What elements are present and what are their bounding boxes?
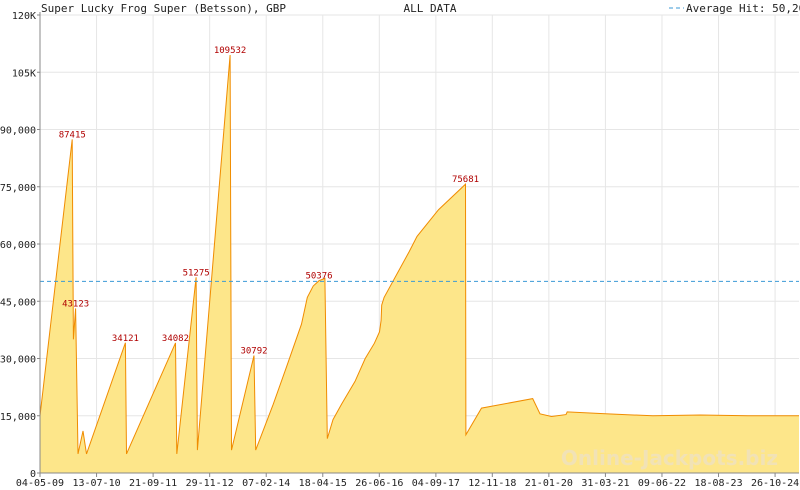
peak-label: 109532 <box>214 46 247 56</box>
legend-average-label: Average Hit: 50,203 <box>686 2 800 15</box>
y-tick-label: 120K <box>12 11 36 22</box>
peak-label: 34082 <box>162 334 189 344</box>
x-tick-label: 18-08-23 <box>694 478 742 489</box>
x-tick-label: 13-07-10 <box>72 478 120 489</box>
jackpot-area-fill <box>40 55 799 473</box>
range-label: ALL DATA <box>404 2 457 15</box>
peak-label: 30792 <box>240 346 267 356</box>
y-tick-label: 75,000 <box>0 183 36 194</box>
watermark: Online-Jackpots.biz <box>561 446 778 470</box>
peak-label: 50376 <box>305 272 332 282</box>
x-axis-ticks: 04-05-09 13-07-10 21-09-11 29-11-12 07-02-14… <box>16 473 799 489</box>
x-tick-label: 18-04-15 <box>299 478 347 489</box>
x-tick-label: 26-06-16 <box>355 478 403 489</box>
x-tick-label: 29-11-12 <box>186 478 234 489</box>
peak-label: 34121 <box>112 334 139 344</box>
x-tick-label: 31-03-21 <box>581 478 629 489</box>
y-tick-label: 15,000 <box>0 412 36 423</box>
x-tick-label: 21-01-20 <box>525 478 573 489</box>
peak-label: 51275 <box>183 268 210 278</box>
peak-label: 87415 <box>59 130 86 140</box>
x-tick-label: 04-05-09 <box>16 478 64 489</box>
y-axis-ticks: 015,00030,00045,00060,00075,00090,000105… <box>0 11 40 480</box>
x-tick-label: 09-06-22 <box>638 478 686 489</box>
y-tick-label: 60,000 <box>0 240 36 251</box>
peak-label: 43123 <box>62 299 89 309</box>
x-tick-label: 12-11-18 <box>468 478 516 489</box>
jackpot-history-chart: Online-Jackpots.biz 87415 43123 34121 34082… <box>0 2 800 489</box>
x-tick-label: 07-02-14 <box>242 478 290 489</box>
y-tick-label: 45,000 <box>0 297 36 308</box>
x-tick-label: 26-10-24 <box>751 478 799 489</box>
peak-label: 75681 <box>452 175 479 185</box>
y-tick-label: 105K <box>12 68 36 79</box>
x-tick-label: 04-09-17 <box>412 478 460 489</box>
y-tick-label: 90,000 <box>0 126 36 137</box>
x-tick-label: 21-09-11 <box>129 478 177 489</box>
chart-title: Super Lucky Frog Super (Betsson), GBP <box>41 2 286 15</box>
y-tick-label: 30,000 <box>0 355 36 366</box>
